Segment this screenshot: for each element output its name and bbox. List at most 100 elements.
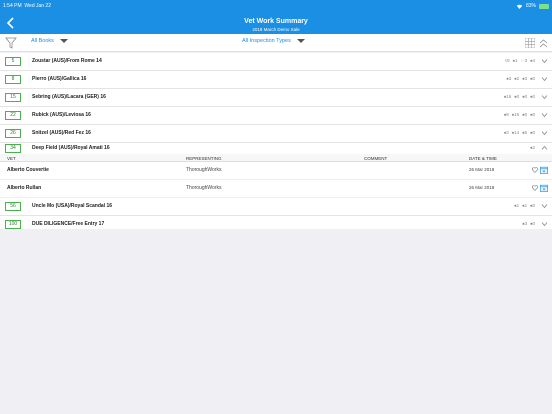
inspection-counts: ♠9 ♠16 ♠0 ♠0 xyxy=(504,112,535,117)
inspection-count: ♠3 xyxy=(522,221,528,226)
inspection-counts: ♠3 ♠0 xyxy=(522,221,535,226)
column-header-date-time: DATE & TIME xyxy=(469,155,497,161)
inspection-count: ♠2 xyxy=(514,76,520,81)
page-subtitle: 2018 March Demo Sale xyxy=(252,27,300,32)
vet-row[interactable]: Alberto Couvertie ThoroughWorks 26 Mar 201… xyxy=(0,162,552,180)
inspection-count: ♠0 xyxy=(530,112,535,117)
horse-name: Uncle Mo (USA)/Royal Scandal 16 xyxy=(32,203,113,209)
inspection-count: ♠5 xyxy=(522,130,528,135)
inspection-count: ♠2 xyxy=(530,145,535,150)
inspection-counts: ♠1 ♠1 ♠0 xyxy=(514,203,535,208)
heart-icon[interactable] xyxy=(532,167,538,173)
vet-row[interactable]: Alberto Rullan ThoroughWorks 26 Mar 2018 xyxy=(0,180,552,198)
vet-date: 26 Mar 2018 xyxy=(469,167,495,172)
books-dropdown-label: All Books xyxy=(31,38,54,44)
inspection-count: ♠0 xyxy=(522,112,528,117)
books-dropdown[interactable]: All Books xyxy=(31,38,68,44)
status-time: 1:54 PM xyxy=(3,3,22,9)
grid-view-icon[interactable] xyxy=(525,38,535,48)
lot-row[interactable]: 34 Deep Field (AUS)/Royal Amati 16 ♠2 xyxy=(0,143,552,154)
battery-percent: 83% xyxy=(525,3,536,9)
page-title: Vet Work Summary xyxy=(244,18,308,25)
column-header-comment: COMMENT xyxy=(364,155,388,161)
inspection-count: ♠3 xyxy=(506,76,512,81)
status-date: Wed Jan 22 xyxy=(24,3,51,9)
filter-bar: All Books All Inspection Types xyxy=(0,34,552,52)
chevron-up-icon[interactable] xyxy=(541,145,548,151)
chevron-down-icon[interactable] xyxy=(541,130,548,136)
horse-name: Sebring (AUS)/Lacara (GER) 16 xyxy=(32,94,106,100)
inspection-count: ♠0 xyxy=(530,221,535,226)
inspection-counts: ☇8 ♠1 ♢3 ♠4 xyxy=(505,58,535,64)
inspection-types-label: All Inspection Types xyxy=(242,38,291,44)
inspection-types-dropdown[interactable]: All Inspection Types xyxy=(242,38,305,44)
inspection-count: ♠0 xyxy=(530,130,535,135)
horse-name: DUE DILIGENCE/Free Entry 17 xyxy=(32,221,105,227)
horse-name: Rubick (AUS)/Leviosa 16 xyxy=(32,112,91,118)
calendar-add-icon[interactable] xyxy=(540,184,548,192)
lot-list: 5 Zoustar (AUS)/From Rome 14 ☇8 ♠1 ♢3 ♠4 8 Pier… xyxy=(0,53,552,234)
lot-number-badge: 22 xyxy=(5,111,21,120)
inspection-count: ♠0 xyxy=(530,203,535,208)
vet-table-header: VET REPRESENTING COMMENT DATE & TIME xyxy=(0,154,552,162)
lot-number-badge: 5 xyxy=(5,57,21,66)
lot-number-badge: 100 xyxy=(5,220,21,229)
lot-row[interactable]: 56 Uncle Mo (USA)/Royal Scandal 16 ♠1 ♠1 ♠0 xyxy=(0,198,552,216)
vet-representing: ThoroughWorks xyxy=(186,185,222,191)
collapse-all-icon[interactable] xyxy=(539,38,548,48)
horse-name: Zoustar (AUS)/From Rome 14 xyxy=(32,58,102,64)
chevron-down-icon[interactable] xyxy=(541,58,548,64)
lot-row[interactable]: 5 Zoustar (AUS)/From Rome 14 ☇8 ♠1 ♢3 ♠4 xyxy=(0,53,552,71)
navigation-bar: 1:54 PM Wed Jan 22 83% Vet Work Summary … xyxy=(0,0,552,34)
inspection-count: ♠9 xyxy=(503,112,509,117)
lot-number-badge: 15 xyxy=(5,93,21,102)
vet-name: Alberto Couvertie xyxy=(7,167,49,173)
filter-funnel-icon[interactable] xyxy=(5,37,17,49)
vet-name: Alberto Rullan xyxy=(7,185,42,191)
chevron-down-icon xyxy=(296,39,305,43)
inspection-counts: ♠2 xyxy=(530,145,535,150)
inspection-count: ♠4 xyxy=(530,58,535,63)
chevron-down-icon[interactable] xyxy=(541,221,548,227)
calendar-add-icon[interactable] xyxy=(540,166,548,174)
lot-row[interactable]: 8 Pierro (AUS)/Gallica 16 ♠3 ♠2 ♠3 ♠0 xyxy=(0,71,552,89)
inspection-count: ♠0 xyxy=(514,94,520,99)
chevron-down-icon[interactable] xyxy=(541,94,548,100)
inspection-count: ♠16 xyxy=(511,112,520,117)
inspection-count: ♠0 xyxy=(530,94,535,99)
horse-name: Pierro (AUS)/Gallica 16 xyxy=(32,76,87,82)
lot-number-badge: 56 xyxy=(5,202,21,211)
chevron-down-icon[interactable] xyxy=(541,76,548,82)
vet-date: 26 Mar 2018 xyxy=(469,185,495,190)
vet-representing: ThoroughWorks xyxy=(186,167,222,173)
wifi-icon xyxy=(516,4,523,9)
inspection-count: ♠3 xyxy=(522,76,528,81)
chevron-down-icon xyxy=(59,39,68,43)
inspection-count: ☇8 xyxy=(504,58,510,63)
lot-row[interactable]: 26 Snitzel (AUS)/Red Fez 16 ♠3 ♠14 ♠5 ♠0 xyxy=(0,125,552,143)
chevron-down-icon[interactable] xyxy=(541,203,548,209)
lot-row[interactable]: 22 Rubick (AUS)/Leviosa 16 ♠9 ♠16 ♠0 ♠0 xyxy=(0,107,552,125)
inspection-count: ♠16 xyxy=(503,94,512,99)
horse-name: Snitzel (AUS)/Red Fez 16 xyxy=(32,130,91,136)
heart-icon[interactable] xyxy=(532,185,538,191)
inspection-counts: ♠3 ♠2 ♠3 ♠0 xyxy=(506,76,535,81)
status-bar: 1:54 PM Wed Jan 22 83% xyxy=(3,2,549,10)
inspection-counts: ♠3 ♠14 ♠5 ♠0 xyxy=(504,130,535,135)
chevron-down-icon[interactable] xyxy=(541,112,548,118)
battery-icon xyxy=(539,3,549,9)
inspection-count: ♠0 xyxy=(530,76,535,81)
inspection-count: ♢3 xyxy=(520,58,528,63)
lot-row[interactable]: 15 Sebring (AUS)/Lacara (GER) 16 ♠16 ♠0 ♠0 ♠0 xyxy=(0,89,552,107)
lot-number-badge: 34 xyxy=(5,144,21,153)
vet-table: VET REPRESENTING COMMENT DATE & TIME Alberto… xyxy=(0,154,552,198)
inspection-count: ♠1 xyxy=(514,203,520,208)
inspection-count: ♠1 xyxy=(512,58,518,63)
empty-area xyxy=(0,229,552,414)
column-header-vet: VET xyxy=(7,155,16,161)
inspection-count: ♠3 xyxy=(503,130,509,135)
inspection-counts: ♠16 ♠0 ♠0 ♠0 xyxy=(504,94,535,99)
inspection-count: ♠0 xyxy=(522,94,528,99)
horse-name: Deep Field (AUS)/Royal Amati 16 xyxy=(32,145,110,151)
column-header-representing: REPRESENTING xyxy=(186,155,222,161)
